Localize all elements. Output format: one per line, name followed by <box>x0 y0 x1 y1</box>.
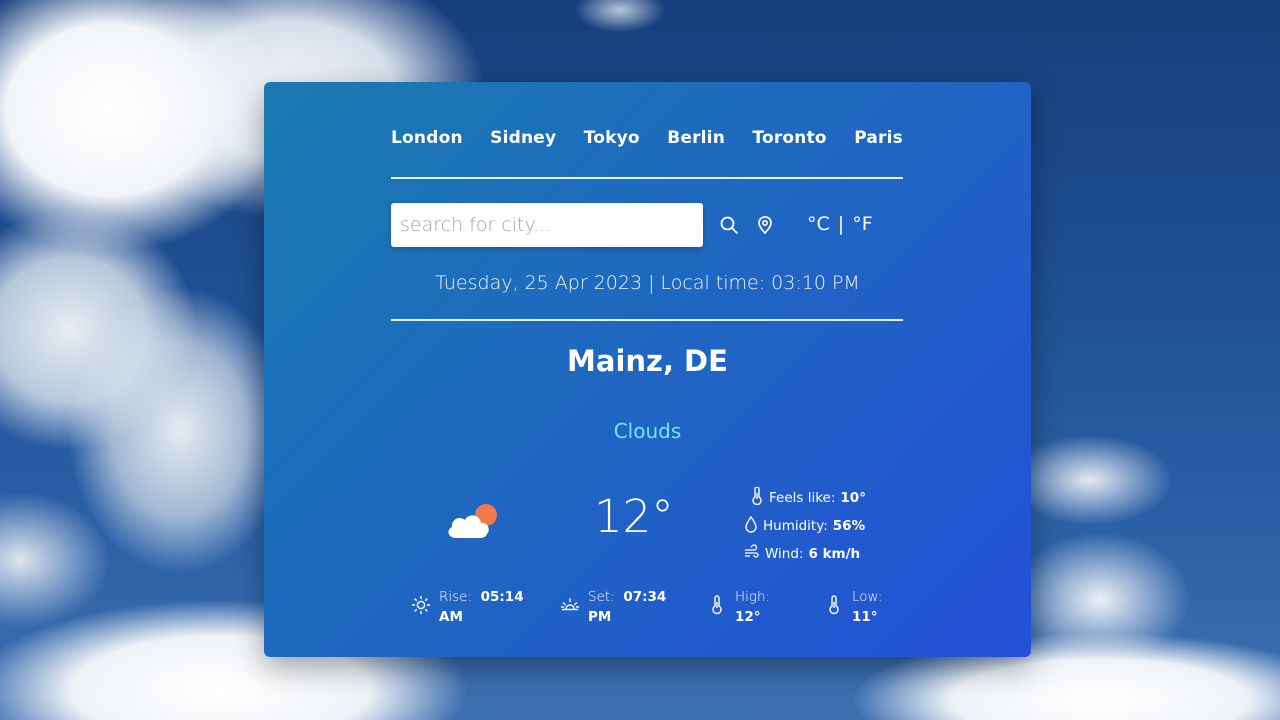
city-link-toronto[interactable]: Toronto <box>752 128 826 148</box>
divider-top <box>391 177 903 179</box>
unit-separator: | <box>837 213 845 235</box>
wind-label: Wind: <box>765 546 804 562</box>
city-link-sidney[interactable]: Sidney <box>490 128 556 148</box>
city-link-london[interactable]: London <box>391 128 463 148</box>
sunset-stat: Set: 07:34 PM <box>560 587 666 627</box>
sunrise-time: 05:14 <box>480 589 524 605</box>
weather-panel: London Sidney Tokyo Berlin Toronto Paris… <box>264 82 1031 657</box>
humidity-value: 56% <box>832 518 866 534</box>
partly-cloudy-icon <box>444 500 504 542</box>
sunset-label: Set: <box>588 589 615 605</box>
humidity-row: Humidity: 56% <box>744 512 866 540</box>
unit-toggle: °C | °F <box>807 213 873 235</box>
search-input[interactable] <box>391 203 703 247</box>
city-link-tokyo[interactable]: Tokyo <box>584 128 640 148</box>
fahrenheit-button[interactable]: °F <box>852 213 872 235</box>
sunset-time: 07:34 <box>623 589 667 605</box>
low-label: Low: <box>852 589 883 605</box>
humidity-label: Humidity: <box>763 518 828 534</box>
sunrise-ampm: AM <box>439 609 463 625</box>
feels-like-value: 10° <box>840 490 866 506</box>
city-link-berlin[interactable]: Berlin <box>667 128 725 148</box>
location-title: Mainz, DE <box>567 344 728 378</box>
sunset-icon <box>560 595 580 615</box>
search-row: °C | °F <box>391 203 911 247</box>
wind-icon <box>744 544 760 564</box>
location-pin-icon[interactable] <box>755 215 775 235</box>
feels-like-row: Feels like: 10° <box>744 484 866 512</box>
droplet-icon <box>744 515 758 537</box>
city-nav: London Sidney Tokyo Berlin Toronto Paris <box>391 128 903 148</box>
date-time-text: Tuesday, 25 Apr 2023 | Local time: 03:10… <box>435 272 860 294</box>
low-stat: Low: 11° <box>824 587 882 627</box>
search-icon[interactable] <box>719 215 739 235</box>
city-link-paris[interactable]: Paris <box>854 128 903 148</box>
high-label: High: <box>735 589 771 605</box>
high-value: 12° <box>735 609 761 625</box>
thermometer-icon <box>750 486 764 509</box>
feels-like-label: Feels like: <box>769 490 836 506</box>
sunset-ampm: PM <box>588 609 612 625</box>
wind-row: Wind: 6 km/h <box>744 540 866 568</box>
current-temperature: 12° <box>594 490 674 543</box>
sunrise-label: Rise: <box>439 589 473 605</box>
weather-condition: Clouds <box>613 419 682 443</box>
thermometer-icon <box>707 595 727 615</box>
thermometer-icon <box>824 595 844 615</box>
sunrise-icon <box>411 595 431 615</box>
celsius-button[interactable]: °C <box>807 213 830 235</box>
low-value: 11° <box>852 609 878 625</box>
weather-details: Feels like: 10° Humidity: 56% Wind: 6 km… <box>744 484 866 568</box>
sunrise-stat: Rise: 05:14 AM <box>411 587 524 627</box>
high-stat: High: 12° <box>707 587 770 627</box>
divider-middle <box>391 319 903 321</box>
wind-value: 6 km/h <box>808 546 861 562</box>
